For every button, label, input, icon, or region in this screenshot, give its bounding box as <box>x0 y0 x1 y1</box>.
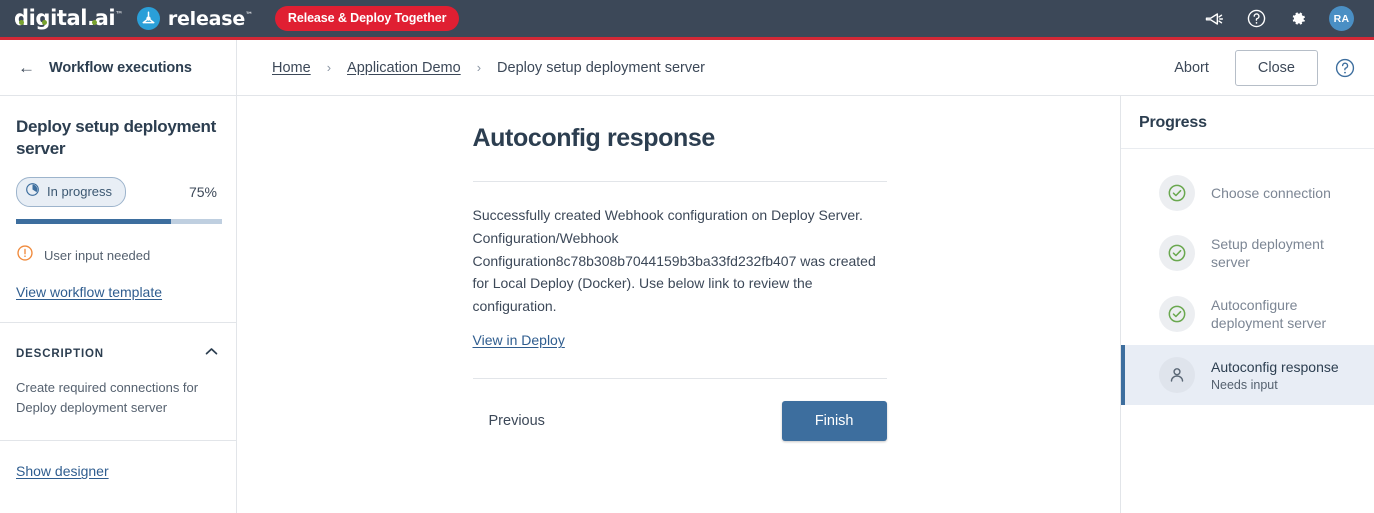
autoconfig-card: Autoconfig response Successfully created… <box>471 96 887 442</box>
chevron-right-icon-2: › <box>476 60 482 75</box>
input-needed-row: User input needed <box>16 244 220 267</box>
description-text: Create required connections for Deploy d… <box>16 379 199 416</box>
progress-step-autoconfig-response[interactable]: Autoconfig response Needs input <box>1121 344 1374 405</box>
release-product-logo[interactable]: release™ <box>136 7 253 30</box>
arrow-left-icon: ← <box>18 58 35 77</box>
workflow-summary: Deploy setup deployment server In progre… <box>0 96 236 322</box>
designer-section: Show designer <box>0 441 236 503</box>
abort-button[interactable]: Abort <box>1164 54 1219 82</box>
navigation-actions: Abort Close <box>1164 49 1374 86</box>
progress-bar-fill <box>16 218 171 224</box>
avatar[interactable]: RA <box>1329 6 1354 31</box>
logo-trademark: ™ <box>115 10 123 19</box>
progress-step-label: Autoconfigure deployment server <box>1211 296 1327 332</box>
navigation-bar: ← Workflow executions Home › Application… <box>0 39 1374 96</box>
digitalai-logo[interactable]: digital.ai™ <box>14 0 123 37</box>
description-heading: DESCRIPTION <box>16 347 104 360</box>
progress-step-label: Choose connection <box>1211 184 1331 201</box>
announcement-icon[interactable] <box>1203 8 1225 30</box>
release-trademark: ™ <box>245 10 253 20</box>
view-workflow-template-link[interactable]: View workflow template <box>16 284 162 300</box>
progress-step-label: Setup deployment server <box>1211 236 1324 271</box>
progress-step-text: Choose connection <box>1211 184 1331 202</box>
close-button[interactable]: Close <box>1234 49 1318 86</box>
title-divider <box>472 181 887 182</box>
show-designer-link[interactable]: Show designer <box>16 463 109 479</box>
in-progress-icon <box>25 182 40 202</box>
topbar-actions: RA <box>1203 6 1360 31</box>
progress-step-text: Autoconfig response Needs input <box>1211 358 1339 392</box>
status-row: In progress 75% <box>16 176 220 207</box>
tagline-badge: Release & Deploy Together <box>274 6 460 31</box>
back-to-workflow-executions[interactable]: ← Workflow executions <box>0 39 237 96</box>
actions-divider <box>472 378 887 380</box>
workflow-title: Deploy setup deployment server <box>16 117 216 159</box>
status-label: In progress <box>47 184 113 200</box>
progress-panel: Progress Choose connection Setup deploym… <box>1120 96 1374 513</box>
progress-bar <box>16 218 222 224</box>
progress-step-text: Autoconfigure deployment server <box>1211 296 1331 333</box>
progress-step-sublabel: Needs input <box>1211 378 1278 393</box>
application-window: digital.ai™ release™ Release & Deploy To… <box>0 0 1374 513</box>
logo-dot-g <box>42 20 47 25</box>
progress-panel-header: Progress <box>1121 96 1374 149</box>
page-title: Autoconfig response <box>472 124 716 152</box>
response-message: Successfully created Webhook configurati… <box>472 207 876 315</box>
settings-icon[interactable] <box>1287 8 1309 30</box>
check-circle-icon <box>1159 235 1195 272</box>
finish-button[interactable]: Finish <box>781 401 887 442</box>
progress-step-choose-connection[interactable]: Choose connection <box>1121 163 1374 223</box>
release-logo-label: release™ <box>167 7 253 30</box>
logo-dot-a <box>92 20 97 25</box>
back-label: Workflow executions <box>49 59 192 76</box>
status-badge[interactable]: In progress <box>16 176 127 207</box>
progress-step-setup-deployment-server[interactable]: Setup deployment server <box>1121 223 1374 284</box>
main-content: Autoconfig response Successfully created… <box>237 96 1120 513</box>
progress-step-label: Autoconfig response <box>1211 358 1339 375</box>
digitalai-logo-label: digital.ai <box>14 6 116 30</box>
chevron-up-icon[interactable] <box>203 343 220 365</box>
alert-icon <box>16 244 34 267</box>
description-section: DESCRIPTION Create required connections … <box>0 323 236 440</box>
progress-step-text: Setup deployment server <box>1211 235 1358 272</box>
progress-panel-title: Progress <box>1139 114 1207 131</box>
breadcrumb-item-home[interactable]: Home <box>272 60 311 76</box>
chevron-right-icon: › <box>326 60 332 75</box>
progress-step-list: Choose connection Setup deployment serve… <box>1121 149 1374 405</box>
previous-button[interactable]: Previous <box>473 405 561 437</box>
workflow-sidebar: Deploy setup deployment server In progre… <box>0 96 237 513</box>
check-circle-icon <box>1159 175 1195 211</box>
progress-percent: 75% <box>188 183 217 200</box>
top-brand-bar: digital.ai™ release™ Release & Deploy To… <box>0 0 1374 40</box>
digitalai-logo-text: digital.ai™ <box>14 8 123 29</box>
help-icon[interactable] <box>1245 8 1267 30</box>
view-in-deploy-link[interactable]: View in Deploy <box>473 332 565 348</box>
description-header[interactable]: DESCRIPTION <box>16 343 220 365</box>
input-needed-label: User input needed <box>44 247 151 263</box>
breadcrumb-item-application-demo[interactable]: Application Demo <box>347 60 461 76</box>
breadcrumb-item-current: Deploy setup deployment server <box>497 59 705 76</box>
logo-dot-d <box>19 20 24 25</box>
user-icon <box>1159 356 1195 393</box>
progress-step-autoconfigure-deployment-server[interactable]: Autoconfigure deployment server <box>1121 284 1374 345</box>
help-icon-secondary[interactable] <box>1334 57 1356 79</box>
release-icon <box>136 7 160 30</box>
content-area: Deploy setup deployment server In progre… <box>0 96 1374 513</box>
card-actions: Previous Finish <box>473 401 887 442</box>
check-circle-icon <box>1159 296 1195 333</box>
breadcrumb: Home › Application Demo › Deploy setup d… <box>237 60 705 76</box>
